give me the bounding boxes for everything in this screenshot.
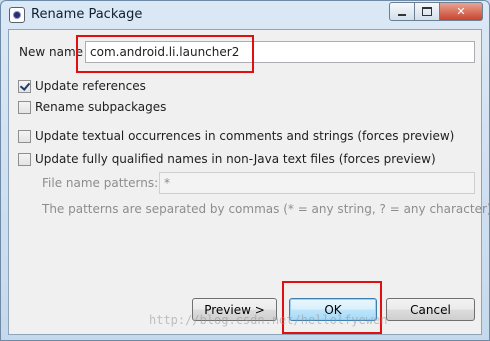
update-qualified-label: Update fully qualified names in non-Java… (35, 152, 436, 166)
rename-subpackages-label: Rename subpackages (35, 100, 167, 114)
update-qualified-checkbox[interactable] (18, 152, 31, 166)
window-title: Rename Package (31, 7, 143, 22)
file-patterns-label: File name patterns: (42, 176, 159, 190)
highlight-box-new-name (76, 35, 254, 73)
update-textual-option[interactable]: Update textual occurrences in comments a… (18, 129, 454, 143)
close-icon: ✕ (456, 5, 466, 18)
minimize-icon (398, 13, 406, 16)
patterns-hint: The patterns are separated by commas (* … (42, 202, 490, 216)
new-name-label: New name (19, 45, 84, 59)
minimize-button[interactable] (389, 2, 415, 21)
watermark: http://blog.csdn.net/hellolfyewen (149, 313, 388, 327)
window-controls: ✕ (389, 2, 483, 21)
update-textual-label: Update textual occurrences in comments a… (35, 129, 455, 143)
rename-subpackages-option[interactable]: Rename subpackages (18, 100, 166, 114)
rename-package-dialog: Rename Package ✕ New name com.android.li… (0, 0, 490, 341)
update-references-option[interactable]: Update references (18, 79, 146, 93)
cancel-button[interactable]: Cancel (386, 298, 475, 321)
update-references-checkbox[interactable] (18, 79, 31, 93)
update-qualified-option[interactable]: Update fully qualified names in non-Java… (18, 152, 436, 166)
eclipse-icon (9, 7, 25, 23)
file-patterns-input[interactable]: * (159, 172, 475, 194)
maximize-icon (422, 7, 432, 16)
dialog-content: New name com.android.li.launcher2 Update… (8, 29, 489, 335)
maximize-button[interactable] (415, 2, 440, 21)
title-bar[interactable]: Rename Package ✕ (1, 1, 489, 29)
close-button[interactable]: ✕ (440, 2, 483, 21)
update-references-label: Update references (35, 79, 146, 93)
update-textual-checkbox[interactable] (18, 129, 31, 143)
rename-subpackages-checkbox[interactable] (18, 100, 31, 114)
